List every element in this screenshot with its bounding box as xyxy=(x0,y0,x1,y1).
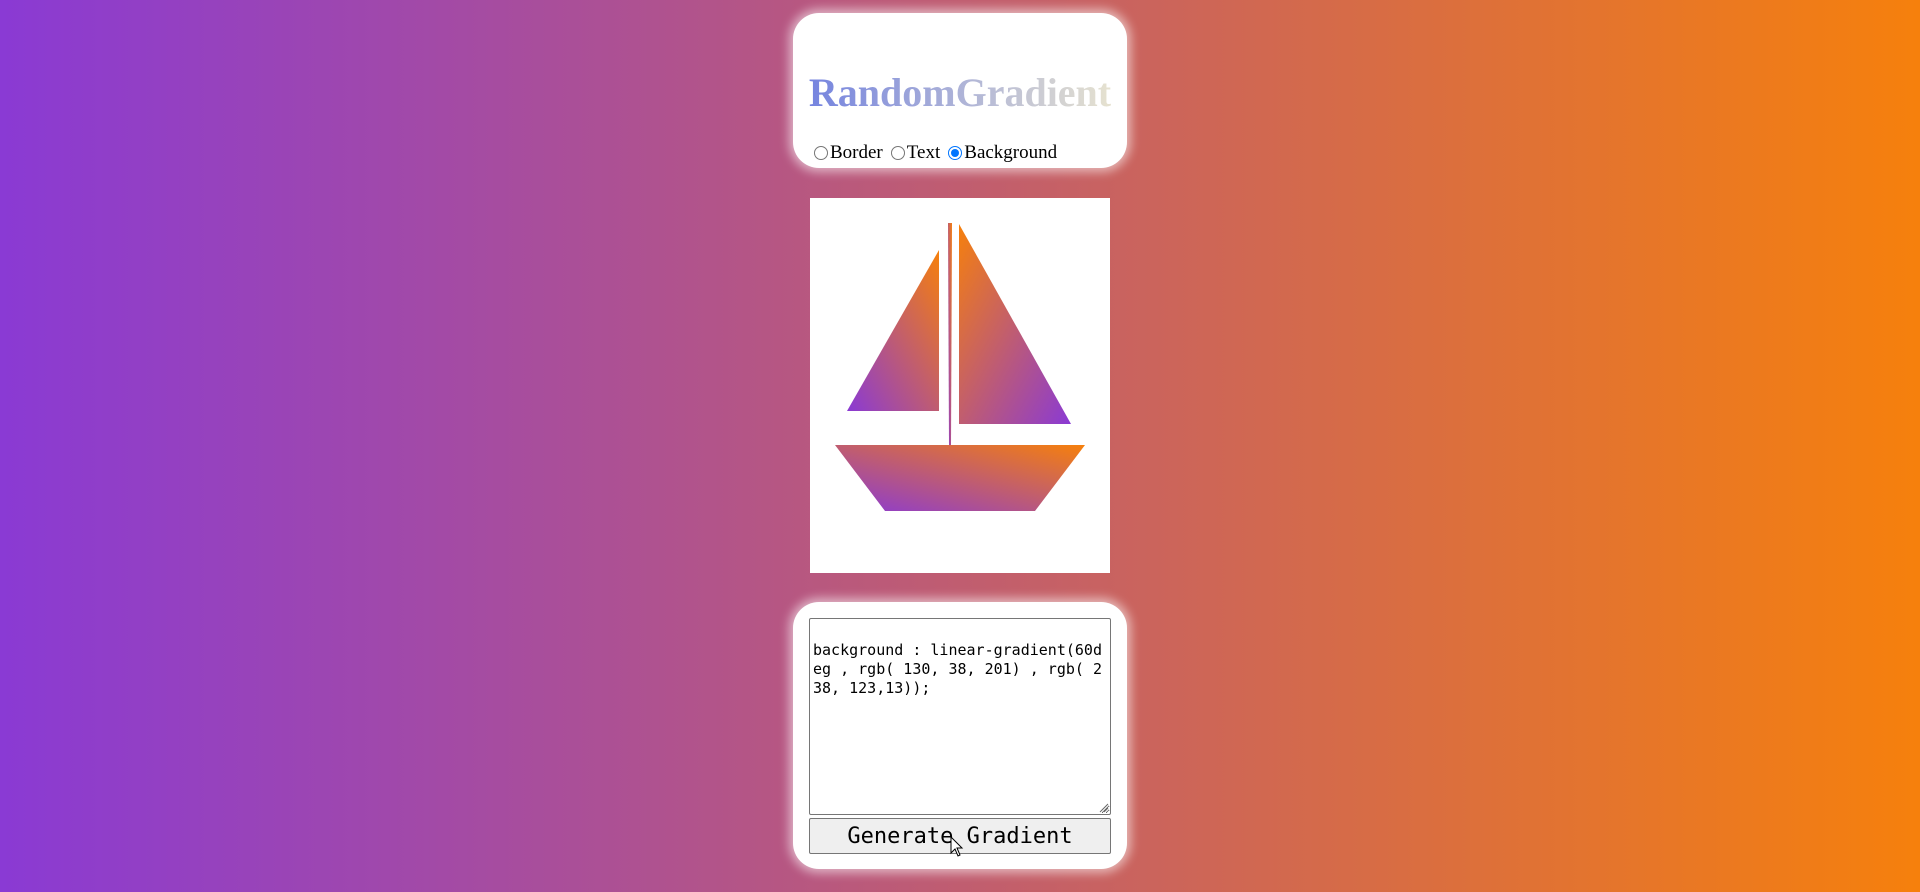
generate-gradient-button[interactable]: Generate Gradient xyxy=(809,818,1111,854)
right-sail xyxy=(959,224,1071,424)
gradient-target-options: Border Text Background xyxy=(814,142,1065,164)
css-code-textarea[interactable]: background : linear-gradient(60deg , rgb… xyxy=(809,618,1111,815)
resize-grip-icon[interactable] xyxy=(1099,803,1109,813)
option-text-label: Text xyxy=(906,142,941,163)
option-border-label: Border xyxy=(830,142,883,163)
sailboat-icon xyxy=(835,223,1085,511)
output-card: background : linear-gradient(60deg , rgb… xyxy=(793,602,1127,869)
option-text[interactable]: Text xyxy=(890,142,941,164)
header-card: RandomGradient Border Text Background xyxy=(793,13,1127,168)
option-border[interactable]: Border xyxy=(814,142,883,164)
radio-text[interactable] xyxy=(890,146,905,160)
gradient-preview xyxy=(810,198,1110,573)
radio-border[interactable] xyxy=(814,146,828,160)
radio-background[interactable] xyxy=(948,146,963,160)
hull xyxy=(835,445,1085,511)
app-title: RandomGradient xyxy=(793,69,1127,117)
option-background-label: Background xyxy=(964,142,1058,163)
left-sail xyxy=(847,250,939,411)
mast xyxy=(948,223,952,446)
option-background[interactable]: Background xyxy=(948,142,1057,164)
